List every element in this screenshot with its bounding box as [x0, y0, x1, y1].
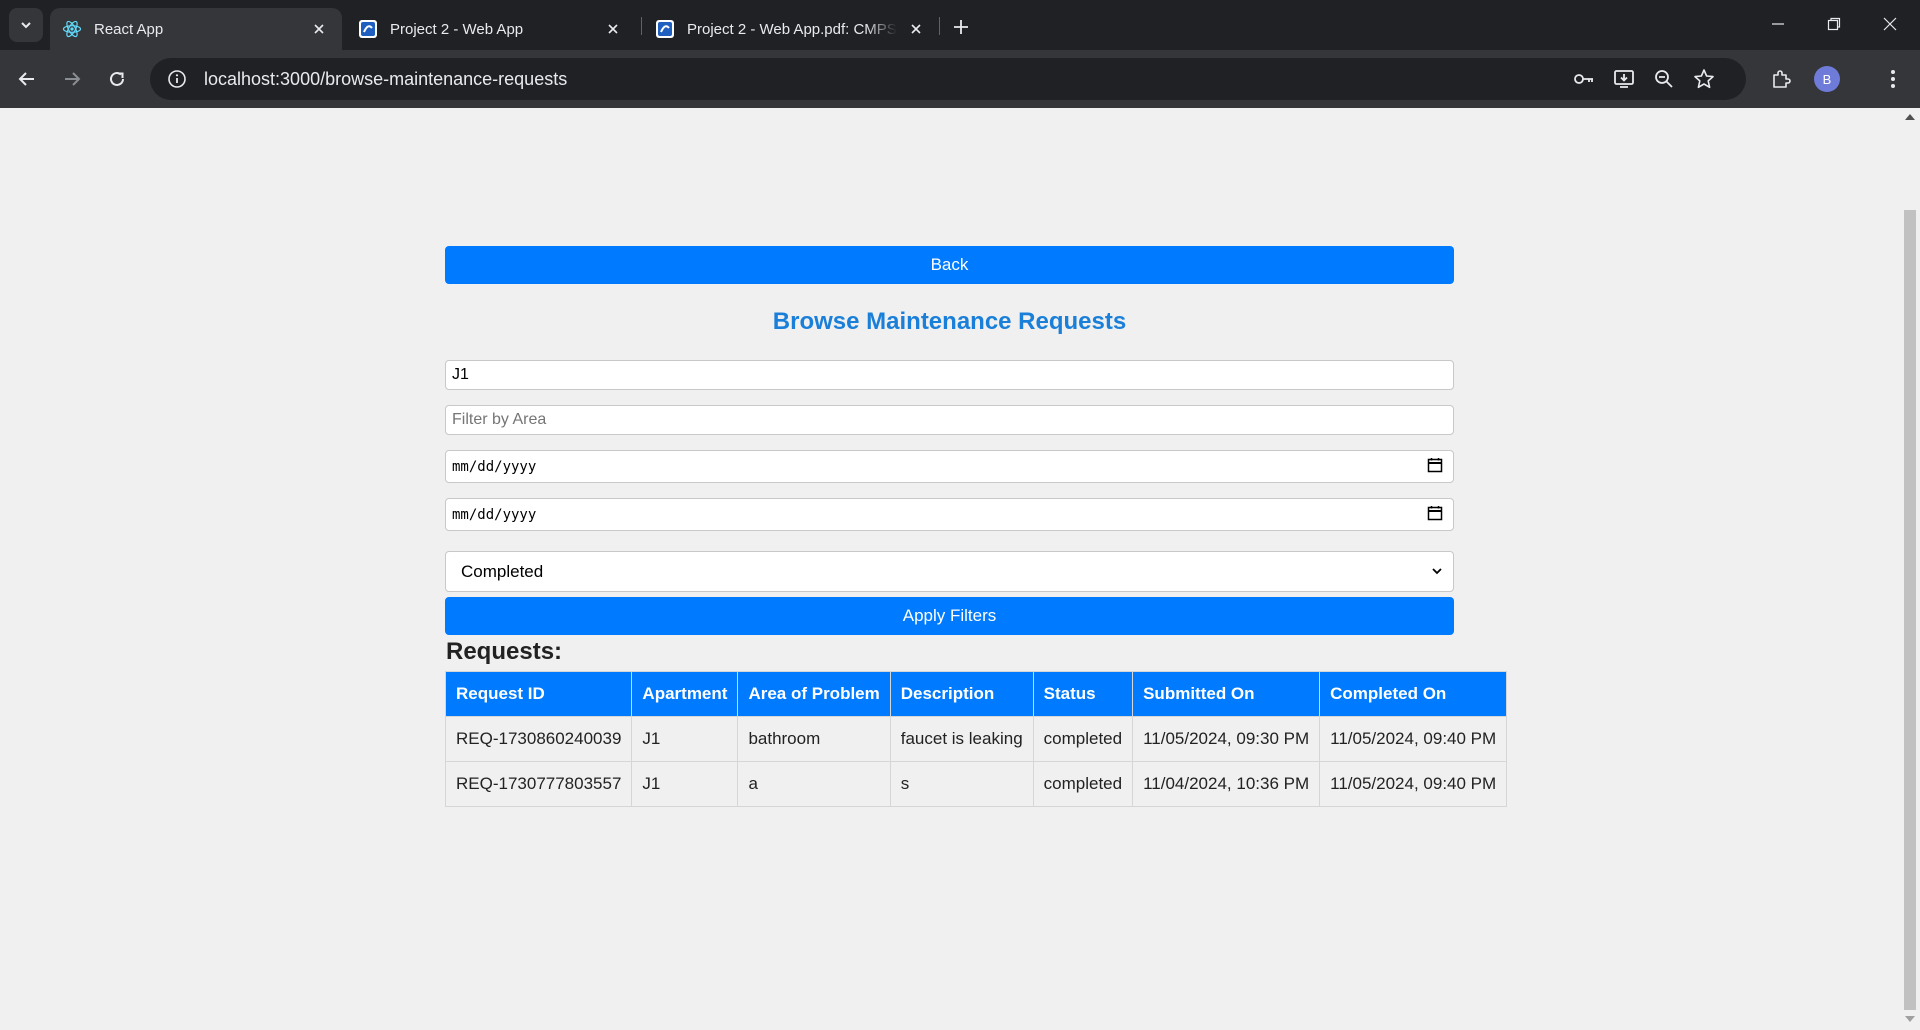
cell-description: s — [889, 761, 1034, 807]
tab-strip: React App Project 2 - Web App Project 2 … — [0, 0, 1920, 50]
close-icon[interactable] — [602, 18, 624, 40]
restore-button[interactable] — [1806, 6, 1862, 42]
install-app-icon[interactable] — [1610, 65, 1638, 93]
start-date-input[interactable]: mm/dd/yyyy — [445, 450, 1454, 483]
column-header-submitted-on: Submitted On — [1132, 671, 1321, 717]
cell-submitted-on: 11/04/2024, 10:36 PM — [1132, 761, 1321, 807]
arrow-left-icon — [18, 72, 34, 86]
tab-react-app[interactable]: React App — [50, 8, 342, 50]
cell-submitted-on: 11/05/2024, 09:30 PM — [1132, 716, 1321, 762]
forward-nav-button[interactable] — [57, 64, 87, 94]
status-filter-select[interactable]: Completed — [445, 551, 1454, 592]
minimize-button[interactable] — [1750, 6, 1806, 42]
avatar: B — [1814, 66, 1840, 92]
cell-request-id: REQ-1730860240039 — [444, 716, 633, 762]
requests-heading: Requests: — [446, 638, 563, 665]
back-button[interactable]: Back — [445, 246, 1454, 284]
date-placeholder: mm/dd/yyyy — [452, 458, 537, 475]
cell-area: bathroom — [737, 716, 891, 762]
site-info-icon[interactable] — [156, 58, 198, 100]
status-selected-value: Completed — [461, 561, 544, 581]
scroll-up-arrow-icon[interactable] — [1905, 114, 1915, 120]
date-placeholder: mm/dd/yyyy — [452, 506, 537, 523]
cell-description: faucet is leaking — [889, 716, 1034, 762]
close-icon[interactable] — [905, 18, 927, 40]
restore-icon — [1827, 17, 1841, 31]
cell-area: a — [737, 761, 891, 807]
tab-separator — [641, 17, 642, 35]
table-row: REQ-1730777803557 J1 a s completed 11/04… — [444, 761, 1508, 807]
cell-status: completed — [1032, 761, 1134, 807]
cell-completed-on: 11/05/2024, 09:40 PM — [1319, 761, 1508, 807]
cell-apartment: J1 — [631, 761, 739, 807]
tab-title: Project 2 - Web App.pdf: CMPS — [687, 20, 897, 38]
page-title: Browse Maintenance Requests — [772, 308, 1127, 335]
browser-menu-button[interactable] — [1878, 64, 1908, 94]
scroll-down-arrow-icon[interactable] — [1905, 1016, 1915, 1022]
bookmark-star-icon[interactable] — [1690, 65, 1718, 93]
scrollbar-thumb[interactable] — [1904, 210, 1916, 1010]
apartment-filter-input[interactable]: J1 — [445, 360, 1454, 390]
browser-toolbar: localhost:3000/browse-maintenance-reques… — [0, 50, 1920, 108]
apply-filters-button[interactable]: Apply Filters — [445, 597, 1454, 635]
plus-icon — [954, 20, 968, 34]
tab-title: Project 2 - Web App — [390, 20, 524, 38]
key-icon[interactable] — [1570, 65, 1598, 93]
column-header-completed-on: Completed On — [1319, 671, 1508, 717]
column-header-area: Area of Problem — [737, 671, 891, 717]
tab-separator — [939, 17, 940, 35]
table-row: REQ-1730860240039 J1 bathroom faucet is … — [444, 716, 1508, 762]
extensions-button[interactable] — [1766, 64, 1796, 94]
back-nav-button[interactable] — [12, 64, 42, 94]
close-icon — [1883, 17, 1897, 31]
calendar-icon[interactable] — [1427, 457, 1443, 477]
url-text: localhost:3000/browse-maintenance-reques… — [204, 68, 568, 89]
column-header-status: Status — [1032, 671, 1134, 717]
chevron-down-icon — [21, 22, 31, 29]
react-icon — [62, 19, 82, 39]
cell-status: completed — [1032, 716, 1134, 762]
pdf-app-icon — [358, 19, 378, 39]
puzzle-icon — [1773, 70, 1791, 88]
column-header-request-id: Request ID — [444, 671, 633, 717]
tab-search-button[interactable] — [9, 8, 43, 42]
table-header-row: Request ID Apartment Area of Problem Des… — [444, 671, 1508, 717]
cell-request-id: REQ-1730777803557 — [444, 761, 633, 807]
reload-button[interactable] — [102, 64, 132, 94]
tab-project-2-web-app[interactable]: Project 2 - Web App — [346, 8, 636, 50]
end-date-input[interactable]: mm/dd/yyyy — [445, 498, 1454, 531]
cell-apartment: J1 — [631, 716, 739, 762]
close-icon[interactable] — [308, 18, 330, 40]
minimize-icon — [1772, 23, 1784, 25]
calendar-icon[interactable] — [1427, 505, 1443, 525]
tab-project-2-pdf[interactable]: Project 2 - Web App.pdf: CMPS — [643, 8, 939, 50]
scrollbar[interactable] — [1900, 108, 1920, 1030]
profile-button[interactable]: B — [1812, 64, 1842, 94]
tab-title: React App — [94, 20, 164, 38]
reload-icon — [110, 71, 124, 86]
arrow-right-icon — [65, 72, 81, 86]
chevron-down-icon — [1431, 562, 1443, 582]
pdf-app-icon — [655, 19, 675, 39]
requests-table: Request ID Apartment Area of Problem Des… — [444, 671, 1508, 807]
column-header-description: Description — [889, 671, 1034, 717]
new-tab-button[interactable] — [947, 13, 975, 41]
cell-completed-on: 11/05/2024, 09:40 PM — [1319, 716, 1508, 762]
address-bar[interactable]: localhost:3000/browse-maintenance-reques… — [150, 58, 1746, 100]
column-header-apartment: Apartment — [631, 671, 739, 717]
more-vertical-icon — [1891, 70, 1895, 88]
close-window-button[interactable] — [1862, 6, 1918, 42]
zoom-icon[interactable] — [1650, 65, 1678, 93]
area-filter-input[interactable]: Filter by Area — [445, 405, 1454, 435]
